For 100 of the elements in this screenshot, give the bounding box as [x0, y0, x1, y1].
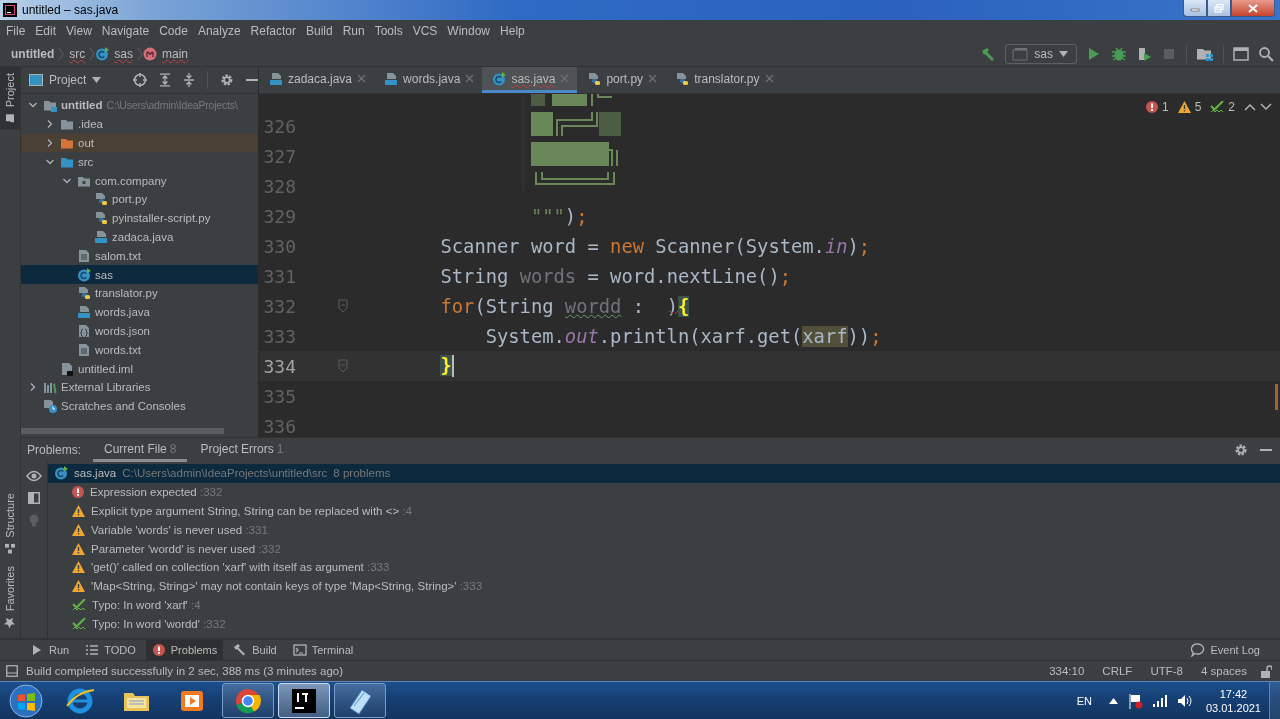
preview-panel-icon[interactable]	[28, 492, 40, 504]
menu-item[interactable]: Navigate	[96, 24, 155, 38]
flag-icon[interactable]	[1126, 692, 1143, 709]
breadcrumb[interactable]: src	[64, 47, 90, 61]
menu-item[interactable]: View	[61, 24, 97, 38]
minimize-button[interactable]	[1183, 0, 1207, 17]
bug-icon[interactable]	[1111, 46, 1127, 62]
problem-item[interactable]: 'Map<String, String>' may not contain keys of type 'Map<String, String>' :333	[48, 576, 1280, 596]
tree-item[interactable]: untitled.iml	[21, 359, 258, 378]
caret-position[interactable]: 334:10	[1044, 665, 1090, 677]
breadcrumb[interactable]: sas	[109, 47, 137, 61]
tree-item[interactable]: com.company	[21, 171, 258, 190]
minimize-icon[interactable]	[246, 78, 258, 82]
problem-item[interactable]: 'get()' called on collection 'xarf' with itself as argument :333	[48, 558, 1280, 577]
language-indicator[interactable]: EN	[1076, 694, 1092, 707]
window-icon[interactable]	[1233, 47, 1249, 61]
menu-item[interactable]: Build	[300, 24, 338, 38]
fold-marker-icon[interactable]	[338, 359, 348, 373]
tree-item[interactable]: src	[21, 152, 258, 172]
up-arrow-icon[interactable]	[1108, 697, 1118, 704]
tree-item[interactable]: words.txt	[21, 340, 258, 360]
menu-item[interactable]: Window	[442, 24, 496, 38]
tree-item[interactable]: words.json	[21, 321, 258, 341]
menu-item[interactable]: Code	[154, 24, 193, 38]
editor-tab[interactable]: sas.java	[482, 67, 578, 93]
speaker-icon[interactable]	[1176, 693, 1193, 708]
tool-window-tab[interactable]: Run	[24, 640, 76, 660]
menu-item[interactable]: Help	[495, 24, 530, 38]
editor-tab[interactable]: words.java	[374, 67, 483, 93]
eye-icon[interactable]	[26, 470, 42, 482]
tree-item[interactable]: words.java	[21, 302, 258, 322]
problem-item[interactable]: Expression expected :332	[48, 482, 1280, 502]
settings-icon[interactable]	[1234, 443, 1248, 457]
start-button-icon[interactable]	[9, 683, 43, 718]
tree-item[interactable]: untitled C:\Users\admin\IdeaProjects\	[21, 96, 258, 115]
tool-window-tab[interactable]: Problems	[145, 640, 224, 660]
tree-item[interactable]: port.py	[21, 190, 258, 209]
taskbar-button[interactable]	[334, 683, 386, 718]
menu-item[interactable]: Run	[337, 24, 370, 38]
tool-window-tab[interactable]: Build	[227, 640, 283, 660]
show-desktop-button[interactable]	[1269, 682, 1280, 719]
warning-count[interactable]: 5	[1194, 100, 1202, 114]
clock[interactable]: 17:42 03.01.2021	[1205, 686, 1261, 715]
search-icon[interactable]	[1258, 46, 1274, 62]
editor-tab[interactable]: translator.py	[665, 67, 782, 93]
indent-setting[interactable]: 4 spaces	[1195, 665, 1252, 677]
expand-all-icon[interactable]	[159, 73, 172, 87]
problem-item[interactable]: Typo: In word 'xarf' :4	[48, 595, 1280, 615]
status-window-icon[interactable]	[6, 665, 18, 677]
menu-item[interactable]: Refactor	[245, 24, 301, 38]
settings-icon[interactable]	[220, 73, 235, 87]
maximize-button[interactable]	[1207, 0, 1231, 17]
tree-item[interactable]: .idea	[21, 114, 258, 134]
tree-item[interactable]: Scratches and Consoles	[21, 396, 258, 416]
breadcrumb[interactable]: main	[157, 47, 193, 61]
minimize-icon[interactable]	[1260, 448, 1272, 452]
build-icon[interactable]	[980, 46, 997, 62]
locate-icon[interactable]	[133, 73, 148, 87]
tree-item[interactable]: out	[21, 133, 258, 153]
problem-item[interactable]: Parameter 'wordd' is never used :332	[48, 539, 1280, 558]
tree-item[interactable]: pyinstaller-script.py	[21, 208, 258, 228]
tool-window-tab[interactable]: Terminal	[286, 640, 360, 660]
tree-item[interactable]: sas	[21, 265, 258, 284]
side-tab[interactable]: Project	[0, 67, 20, 130]
unlocked-icon[interactable]	[1260, 664, 1272, 678]
problem-item[interactable]: Variable 'words' is never used :331	[48, 520, 1280, 540]
close-button[interactable]	[1231, 0, 1275, 17]
problem-item[interactable]: Typo: In word 'wordd' :332	[48, 614, 1280, 634]
event-log-tab[interactable]: Event Log	[1185, 640, 1266, 660]
tree-item[interactable]: zadaca.java	[21, 227, 258, 247]
editor-tab[interactable]: zadaca.java	[259, 67, 375, 93]
panel-title[interactable]: Project	[29, 73, 102, 87]
fold-marker-icon[interactable]	[338, 299, 348, 313]
line-separator[interactable]: CRLF	[1097, 665, 1138, 677]
tree-item[interactable]: salom.txt	[21, 246, 258, 266]
side-tab[interactable]: Structure	[0, 487, 20, 560]
taskbar-button[interactable]	[222, 683, 274, 718]
editor-tab[interactable]: port.py	[577, 67, 666, 93]
coverage-icon[interactable]	[1136, 46, 1152, 62]
problem-file-row[interactable]: sas.java C:\Users\admin\IdeaProjects\untitled\src 8 problems	[48, 464, 1280, 483]
tree-item[interactable]: translator.py	[21, 283, 258, 303]
side-tab[interactable]: Favorites	[0, 559, 20, 634]
menu-item[interactable]: Tools	[369, 24, 408, 38]
menu-item[interactable]: VCS	[407, 24, 443, 38]
menu-item[interactable]: Analyze	[192, 24, 246, 38]
scope-tab[interactable]: Project Errors 1	[189, 438, 295, 462]
project-view-icon	[29, 74, 43, 86]
signal-icon[interactable]	[1151, 693, 1168, 708]
run-configuration-dropdown[interactable]: sas	[1005, 44, 1077, 64]
menu-item[interactable]: Edit	[30, 24, 62, 38]
collapse-all-icon[interactable]	[183, 73, 196, 87]
file-encoding[interactable]: UTF-8	[1145, 665, 1188, 677]
tool-window-tab[interactable]: TODO	[79, 640, 142, 660]
menu-item[interactable]: File	[1, 24, 31, 38]
problem-item[interactable]: Explicit type argument String, String can be replaced with <> :4	[48, 501, 1280, 521]
breadcrumb[interactable]: untitled	[6, 47, 59, 61]
error-count[interactable]: 1	[1161, 100, 1169, 114]
project-structure-icon[interactable]	[1196, 46, 1214, 62]
typo-count[interactable]: 2	[1228, 100, 1235, 114]
tree-item[interactable]: External Libraries	[21, 377, 258, 397]
